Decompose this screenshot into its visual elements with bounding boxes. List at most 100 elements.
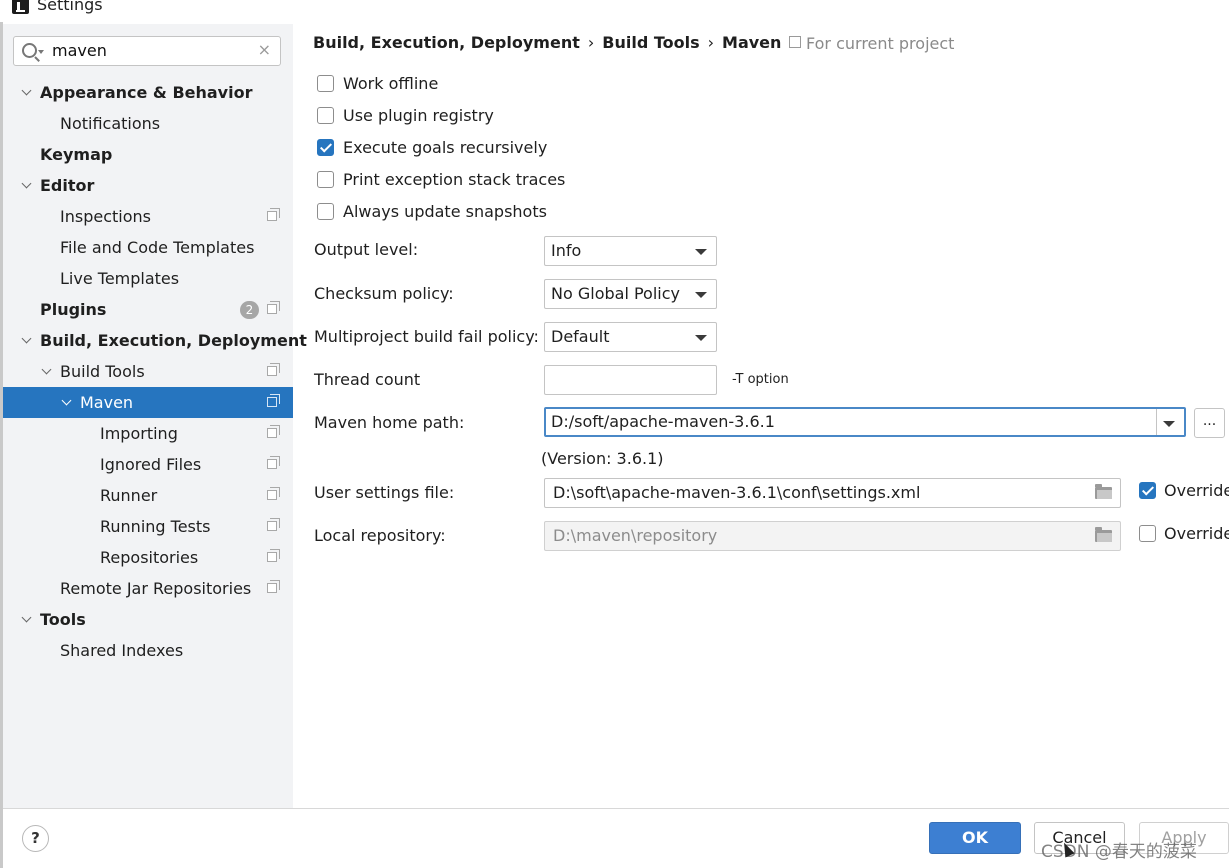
sidebar-item-label: Keymap: [40, 145, 113, 164]
checkbox-label: Override: [1164, 481, 1229, 500]
sidebar-item-importing[interactable]: Importing: [3, 418, 293, 449]
combo-divider: [1156, 409, 1157, 435]
local-repository-input: D:\maven\repository: [544, 521, 1121, 551]
local-repository-value: D:\maven\repository: [553, 526, 718, 545]
project-scope-icon: [267, 363, 280, 376]
multiproject-fail-policy-label: Multiproject build fail policy:: [314, 327, 539, 346]
window-title: Settings: [37, 0, 103, 14]
chevron-down-icon[interactable]: [60, 387, 74, 418]
scope-label: For current project: [806, 34, 955, 53]
sidebar-item-remote-jar-repositories[interactable]: Remote Jar Repositories: [3, 573, 293, 604]
title-bar: Settings: [0, 0, 1229, 22]
sidebar-item-label: Maven: [80, 393, 134, 412]
sidebar-item-notifications[interactable]: Notifications: [3, 108, 293, 139]
project-scope-icon: [267, 487, 280, 500]
scope-indicator: For current project: [789, 34, 954, 53]
checkbox-label: Work offline: [343, 74, 439, 93]
checkbox-box[interactable]: [317, 203, 334, 220]
sidebar-item-appearance-behavior[interactable]: Appearance & Behavior: [3, 77, 293, 108]
search-input[interactable]: maven ×: [13, 36, 281, 66]
sidebar-item-label: Importing: [100, 424, 178, 443]
output-level-select[interactable]: Info: [544, 236, 717, 266]
thread-count-input[interactable]: [544, 365, 717, 395]
maven-home-label: Maven home path:: [314, 413, 465, 432]
sidebar-item-label: Inspections: [60, 207, 151, 226]
sidebar-item-label: Running Tests: [100, 517, 211, 536]
checkbox-box[interactable]: [317, 75, 334, 92]
checkbox-box[interactable]: [317, 139, 334, 156]
sidebar-item-label: Build, Execution, Deployment: [40, 331, 307, 350]
footer-divider: [3, 808, 1229, 809]
breadcrumb-separator: ›: [707, 33, 715, 52]
dropdown-arrow-icon[interactable]: [1163, 421, 1175, 427]
breadcrumb-item-current: Maven: [722, 33, 782, 52]
multiproject-fail-policy-select[interactable]: Default: [544, 322, 717, 352]
sidebar-item-build-tools[interactable]: Build Tools: [3, 356, 293, 387]
chevron-down-icon[interactable]: [20, 325, 34, 356]
checkbox-box[interactable]: [317, 171, 334, 188]
breadcrumb-item[interactable]: Build, Execution, Deployment: [313, 33, 580, 52]
sidebar-item-label: Repositories: [100, 548, 199, 567]
sidebar-item-keymap[interactable]: Keymap: [3, 139, 293, 170]
chevron-down-icon[interactable]: [20, 604, 34, 635]
sidebar-item-ignored-files[interactable]: Ignored Files: [3, 449, 293, 480]
checksum-policy-select[interactable]: No Global Policy: [544, 279, 717, 309]
sidebar-item-live-templates[interactable]: Live Templates: [3, 263, 293, 294]
sidebar-item-editor[interactable]: Editor: [3, 170, 293, 201]
checkbox-label: Print exception stack traces: [343, 170, 566, 189]
sidebar-item-maven[interactable]: Maven: [3, 387, 293, 418]
clear-search-icon[interactable]: ×: [258, 40, 271, 59]
sidebar-item-label: Shared Indexes: [60, 641, 184, 660]
dropdown-arrow-icon: [695, 292, 707, 298]
sidebar-item-plugins[interactable]: Plugins 2: [3, 294, 293, 325]
local-repository-label: Local repository:: [314, 526, 446, 545]
project-scope-icon: [267, 301, 280, 314]
sidebar-item-label: Runner: [100, 486, 158, 505]
sidebar-item-label: File and Code Templates: [60, 238, 255, 257]
intellij-app-icon: [12, 0, 29, 14]
sidebar-item-shared-indexes[interactable]: Shared Indexes: [3, 635, 293, 666]
search-history-chevron-icon[interactable]: [38, 50, 44, 54]
project-scope-icon: [267, 549, 280, 562]
sidebar-item-label: Editor: [40, 176, 95, 195]
sidebar-item-repositories[interactable]: Repositories: [3, 542, 293, 573]
maven-home-value[interactable]: D:/soft/apache-maven-3.6.1: [551, 412, 775, 431]
checkbox-box[interactable]: [1139, 482, 1156, 499]
dropdown-arrow-icon: [695, 249, 707, 255]
breadcrumb-item[interactable]: Build Tools: [602, 33, 699, 52]
multiproject-fail-policy-value: Default: [551, 327, 610, 346]
sidebar-item-label: Build Tools: [60, 362, 145, 381]
checkbox-box[interactable]: [317, 107, 334, 124]
folder-icon: [1095, 527, 1112, 542]
user-settings-value[interactable]: D:\soft\apache-maven-3.6.1\conf\settings…: [553, 483, 920, 502]
project-scope-icon: [267, 456, 280, 469]
ok-button[interactable]: OK: [929, 822, 1021, 854]
search-query[interactable]: maven: [52, 41, 107, 60]
project-scope-icon: [267, 518, 280, 531]
checkbox-label: Always update snapshots: [343, 202, 547, 221]
help-button[interactable]: ?: [22, 825, 49, 852]
sidebar-item-file-code-templates[interactable]: File and Code Templates: [3, 232, 293, 263]
sidebar-item-inspections[interactable]: Inspections: [3, 201, 293, 232]
maven-home-browse-button[interactable]: ...: [1194, 408, 1225, 438]
chevron-down-icon[interactable]: [20, 170, 34, 201]
checkbox-label: Execute goals recursively: [343, 138, 548, 157]
chevron-down-icon[interactable]: [40, 356, 54, 387]
checkbox-label: Override: [1164, 524, 1229, 543]
checkbox-box[interactable]: [1139, 525, 1156, 542]
sidebar-item-tools[interactable]: Tools: [3, 604, 293, 635]
sidebar-item-runner[interactable]: Runner: [3, 480, 293, 511]
user-settings-label: User settings file:: [314, 483, 455, 502]
sidebar-item-build-execution-deployment[interactable]: Build, Execution, Deployment: [3, 325, 307, 356]
sidebar-item-label: Tools: [40, 610, 86, 629]
breadcrumb: Build, Execution, Deployment › Build Tools…: [313, 33, 781, 52]
maven-home-combo[interactable]: D:/soft/apache-maven-3.6.1: [544, 407, 1186, 437]
project-scope-icon: [267, 580, 280, 593]
user-settings-input[interactable]: D:\soft\apache-maven-3.6.1\conf\settings…: [544, 478, 1121, 508]
chevron-down-icon[interactable]: [20, 77, 34, 108]
output-level-value: Info: [551, 241, 582, 260]
maven-version-label: (Version: 3.6.1): [541, 449, 664, 468]
folder-icon[interactable]: [1095, 484, 1112, 499]
sidebar-item-running-tests[interactable]: Running Tests: [3, 511, 293, 542]
project-scope-icon: [789, 36, 801, 48]
